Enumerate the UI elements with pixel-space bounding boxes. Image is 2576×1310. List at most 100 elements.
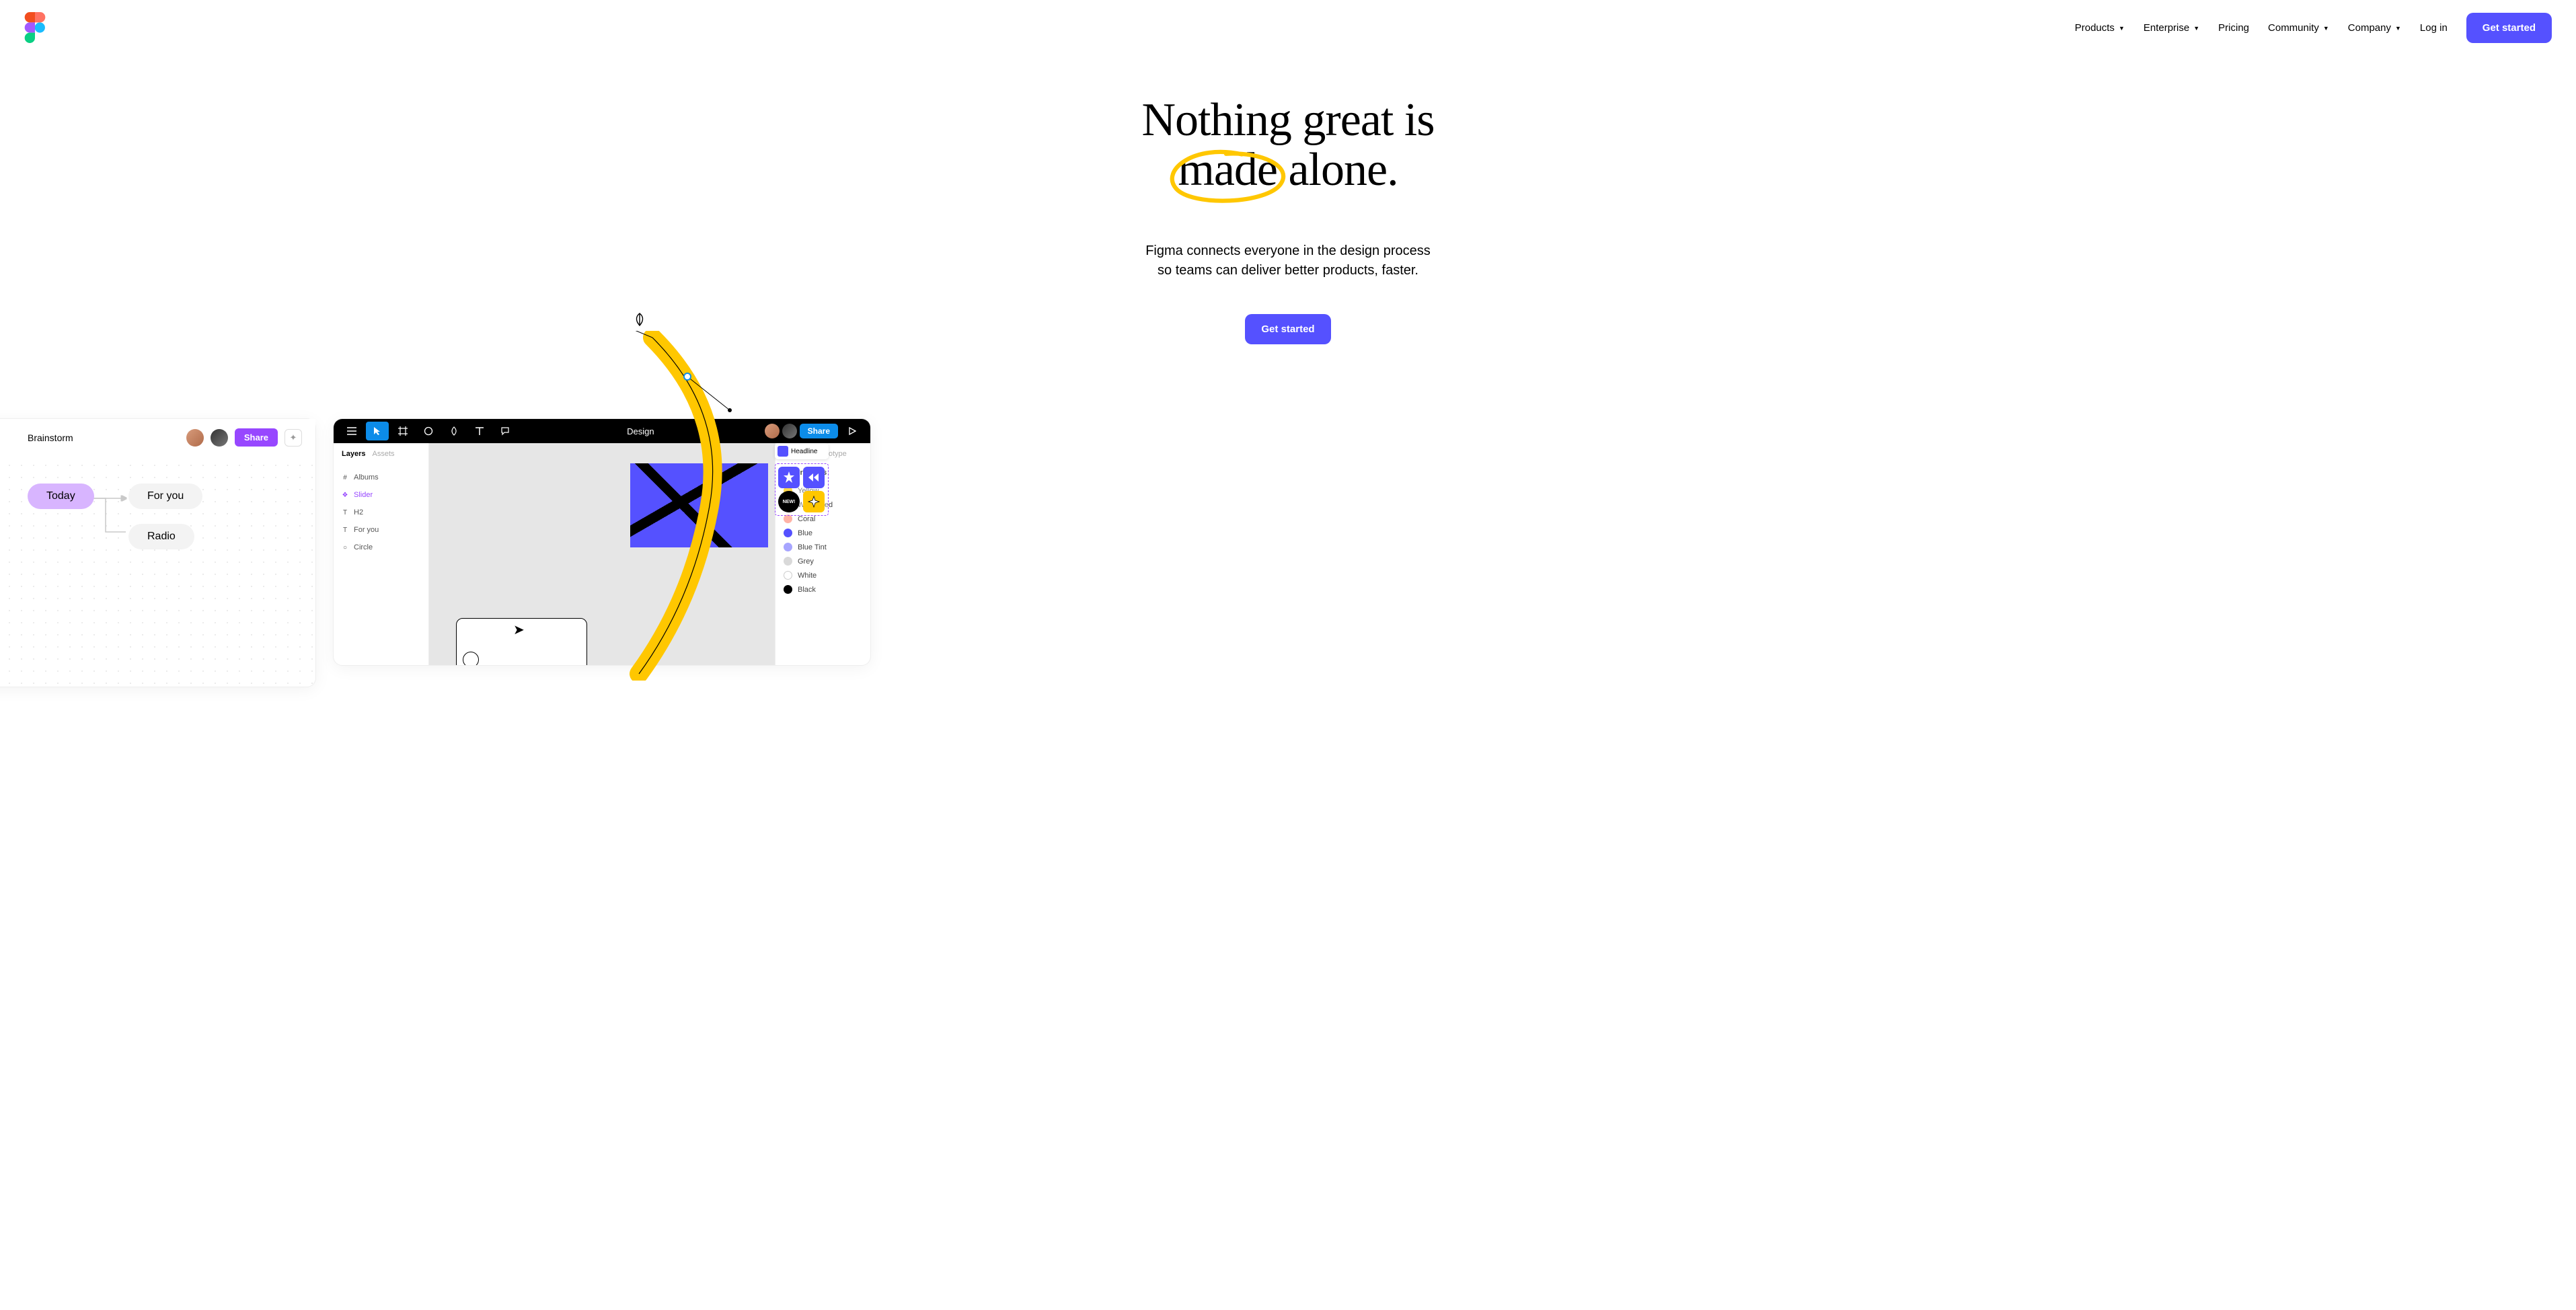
pen-tool-icon[interactable] [443,422,465,440]
chip-today[interactable]: Today [28,484,94,509]
avatar[interactable] [186,429,204,447]
leaf-icon [632,312,647,331]
sticker-star-icon[interactable] [778,467,800,488]
component-thumb-icon [778,446,788,457]
chevron-down-icon: ▼ [2193,25,2199,32]
figjam-toolbar: Brainstorm Share ✦ [0,419,315,457]
present-icon[interactable] [841,422,864,440]
nav-company-label: Company [2348,22,2391,34]
get-started-button-header[interactable]: Get started [2466,13,2552,43]
avatar[interactable] [211,429,228,447]
swatch-dot [784,543,792,551]
swatch-label: Black [798,586,816,594]
figma-logo[interactable] [24,12,46,43]
primary-nav: Products ▼ Enterprise ▼ Pricing Communit… [2075,13,2552,43]
chip-radio[interactable]: Radio [128,524,194,549]
sticker-new-label: NEW! [783,500,796,504]
swatch-row[interactable]: Grey [784,554,862,568]
swatch-row[interactable]: Blue [784,526,862,540]
layer-row[interactable]: T H2 [342,504,420,521]
swatch-label: White [798,572,817,580]
hero-sub1: Figma connects everyone in the design pr… [1145,243,1431,258]
component-icon: ❖ [342,492,348,499]
cursor-icon: ➤ [513,621,525,638]
hero-headline: Nothing great is made alone. [1141,95,1434,194]
editor-body: Layers Assets # Albums ❖ Slider T H2 T [334,443,870,665]
menu-icon[interactable] [340,422,363,440]
layer-label: Circle [354,543,373,551]
layer-row[interactable]: ○ Circle [342,539,420,556]
headline-chip-label: Headline [791,448,817,455]
text-icon: T [342,527,348,534]
layer-label: H2 [354,508,363,516]
get-started-button-hero[interactable]: Get started [1245,314,1330,344]
swatch-label: Grey [798,557,814,566]
layers-panel: Layers Assets # Albums ❖ Slider T H2 T [334,443,429,665]
figma-editor-panel: Design Share Layers Assets # Albums ❖ [333,418,871,666]
frame-tool-icon[interactable] [391,422,414,440]
tab-assets[interactable]: Assets [372,450,394,458]
avatar[interactable] [782,424,797,438]
chip-foryou[interactable]: For you [128,484,202,509]
nav-community[interactable]: Community ▼ [2268,22,2329,34]
swatch-dot [784,571,792,580]
layer-row[interactable]: # Albums [342,469,420,486]
move-tool-icon[interactable] [366,422,389,440]
nav-company[interactable]: Company ▼ [2348,22,2401,34]
sticker-new-badge[interactable]: NEW! [778,491,800,512]
nav-products[interactable]: Products ▼ [2075,22,2125,34]
avatar[interactable] [765,424,780,438]
figjam-title: Brainstorm [28,432,180,443]
nav-pricing-label: Pricing [2218,22,2249,34]
text-icon: T [342,509,348,516]
sticker-sparkle-icon[interactable] [803,491,825,512]
figjam-panel: Brainstorm Share ✦ Today For you Radio e… [0,418,316,687]
chevron-down-icon: ▼ [2119,25,2125,32]
nav-pricing[interactable]: Pricing [2218,22,2249,34]
text-tool-icon[interactable] [468,422,491,440]
nav-login[interactable]: Log in [2420,22,2448,34]
editor-share-button[interactable]: Share [800,424,838,438]
swatch-label: Coral [798,515,815,523]
swatch-row[interactable]: White [784,568,862,582]
tab-layers[interactable]: Layers [342,450,365,458]
connector-line-icon [92,492,132,545]
nav-login-label: Log in [2420,22,2448,34]
figjam-share-button[interactable]: Share [235,428,278,447]
layer-label: For you [354,526,379,534]
layer-row[interactable]: ❖ Slider [342,486,420,504]
nav-community-label: Community [2268,22,2319,34]
editor-canvas[interactable]: Headline NEW! ➤ [429,443,775,665]
sticker-grid: NEW! [775,463,829,516]
hero-underlined-text: made [1178,144,1277,196]
hero-line1: Nothing great is [1141,94,1434,146]
shape-tool-icon[interactable] [417,422,440,440]
swatch-label: Blue Tint [798,543,827,551]
ellipse-icon: ○ [342,544,348,551]
headline-chip[interactable]: Headline [775,443,829,459]
comment-tool-icon[interactable] [494,422,517,440]
chevron-down-icon: ▼ [2395,25,2401,32]
swatch-row[interactable]: Blue Tint [784,540,862,554]
sticker-rewind-icon[interactable] [803,467,825,488]
nav-enterprise[interactable]: Enterprise ▼ [2144,22,2199,34]
nav-enterprise-label: Enterprise [2144,22,2189,34]
figjam-canvas[interactable]: Today For you Radio ed Songs ylists [0,457,315,484]
hero-subhead: Figma connects everyone in the design pr… [0,241,2576,280]
swatch-dot [784,557,792,566]
swatch-label: Blue [798,529,812,537]
product-panels: Brainstorm Share ✦ Today For you Radio e… [0,418,2576,701]
chevron-down-icon: ▼ [2323,25,2329,32]
layer-row[interactable]: T For you [342,521,420,539]
canvas-artwork [630,463,768,547]
swatch-dot [784,585,792,594]
layer-label: Albums [354,473,379,481]
frame-icon: # [342,474,348,481]
editor-toolbar: Design Share [334,419,870,443]
swatch-row[interactable]: Black [784,582,862,596]
canvas-circle-handle[interactable] [463,652,479,666]
hero-underlined-word: made [1178,145,1277,195]
sparkle-icon[interactable]: ✦ [285,429,302,447]
hero-line2-rest: alone. [1277,144,1398,196]
nav-products-label: Products [2075,22,2115,34]
